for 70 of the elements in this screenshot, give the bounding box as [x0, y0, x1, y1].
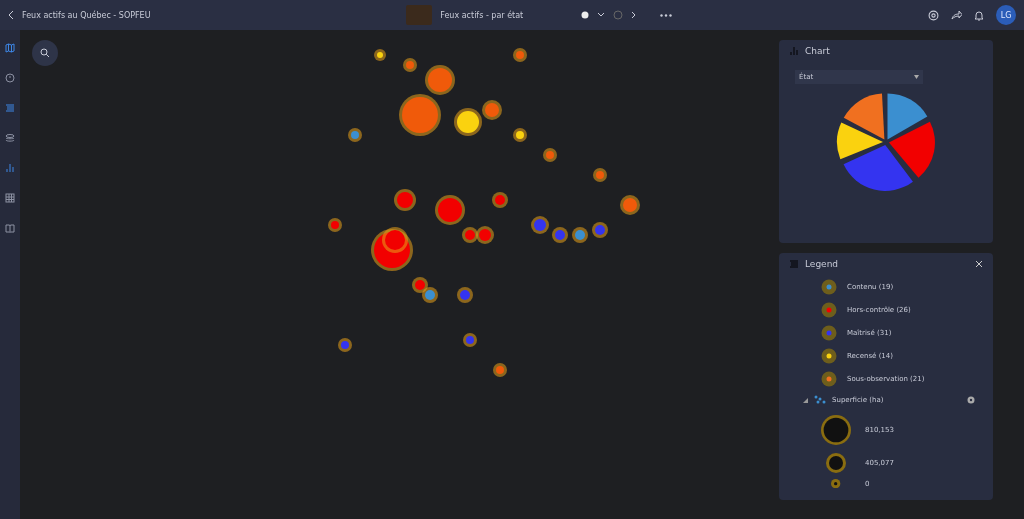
- settings-icon[interactable]: [928, 9, 939, 21]
- fire-marker[interactable]: [513, 128, 527, 142]
- bar-chart-icon: [789, 46, 799, 56]
- map-title: Feux actifs - par état: [440, 10, 524, 20]
- fire-marker[interactable]: [457, 287, 473, 303]
- legend-symbol: [821, 278, 837, 295]
- user-avatar[interactable]: LG: [996, 5, 1016, 25]
- map-icon: [5, 43, 15, 53]
- settings-icon: [967, 396, 975, 404]
- layers-icon: [5, 133, 15, 143]
- more-icon[interactable]: [660, 13, 673, 17]
- bar-chart-icon: [5, 163, 15, 173]
- search-button[interactable]: [32, 40, 58, 66]
- fire-marker[interactable]: [531, 216, 549, 234]
- fire-marker[interactable]: [592, 222, 608, 238]
- fire-marker[interactable]: [382, 227, 408, 253]
- close-button[interactable]: [975, 260, 983, 268]
- panel-title: Legend: [805, 259, 839, 269]
- bell-icon[interactable]: [974, 9, 984, 21]
- map-thumbnail: [406, 5, 433, 25]
- fire-marker[interactable]: [493, 363, 507, 377]
- theme-icon[interactable]: [581, 11, 590, 19]
- legend-symbol: [821, 324, 837, 341]
- fire-marker[interactable]: [513, 48, 527, 62]
- fire-marker[interactable]: [463, 333, 477, 347]
- size-symbol: [821, 413, 851, 447]
- fire-marker[interactable]: [328, 218, 342, 232]
- size-symbol: [831, 479, 841, 489]
- fire-marker[interactable]: [620, 195, 640, 215]
- fire-marker[interactable]: [338, 338, 352, 352]
- fire-marker[interactable]: [593, 168, 607, 182]
- fire-marker[interactable]: [425, 65, 455, 95]
- book-icon: [5, 223, 15, 233]
- legend-symbol: [821, 347, 837, 364]
- fire-marker[interactable]: [374, 49, 386, 61]
- panel-title: Chart: [805, 46, 830, 56]
- size-symbol: [826, 453, 846, 473]
- fire-marker[interactable]: [543, 148, 557, 162]
- search-icon: [40, 48, 50, 58]
- caret-icon[interactable]: [597, 12, 606, 18]
- table-icon: [5, 193, 15, 203]
- fire-marker[interactable]: [482, 100, 502, 120]
- fire-marker[interactable]: [492, 192, 508, 208]
- expand-icon[interactable]: [803, 397, 808, 403]
- fire-marker[interactable]: [435, 195, 465, 225]
- chevron-icon[interactable]: [631, 11, 637, 19]
- share-icon[interactable]: [951, 10, 962, 20]
- close-icon: [975, 260, 983, 268]
- app-title: Feux actifs au Québec - SOPFEU: [22, 10, 151, 20]
- fire-marker[interactable]: [572, 227, 588, 243]
- back-icon[interactable]: [8, 10, 14, 20]
- fire-marker[interactable]: [348, 128, 362, 142]
- fire-marker[interactable]: [412, 277, 428, 293]
- legend-symbol: [821, 301, 837, 318]
- sidebar-button[interactable]: [2, 70, 18, 86]
- caret-icon: [914, 75, 919, 79]
- fire-marker[interactable]: [462, 227, 478, 243]
- sidebar-button[interactable]: [2, 40, 18, 56]
- sidebar-button[interactable]: [2, 190, 18, 206]
- fire-marker[interactable]: [476, 226, 494, 244]
- legend-symbol: [821, 370, 837, 387]
- fire-marker[interactable]: [403, 58, 417, 72]
- fire-marker[interactable]: [552, 227, 568, 243]
- fire-marker[interactable]: [399, 94, 441, 136]
- fire-marker[interactable]: [454, 108, 482, 136]
- dots-icon: [814, 395, 826, 405]
- fire-marker[interactable]: [422, 287, 438, 303]
- compass-icon: [5, 73, 15, 83]
- fire-marker[interactable]: [394, 189, 416, 211]
- settings-button[interactable]: [967, 396, 975, 404]
